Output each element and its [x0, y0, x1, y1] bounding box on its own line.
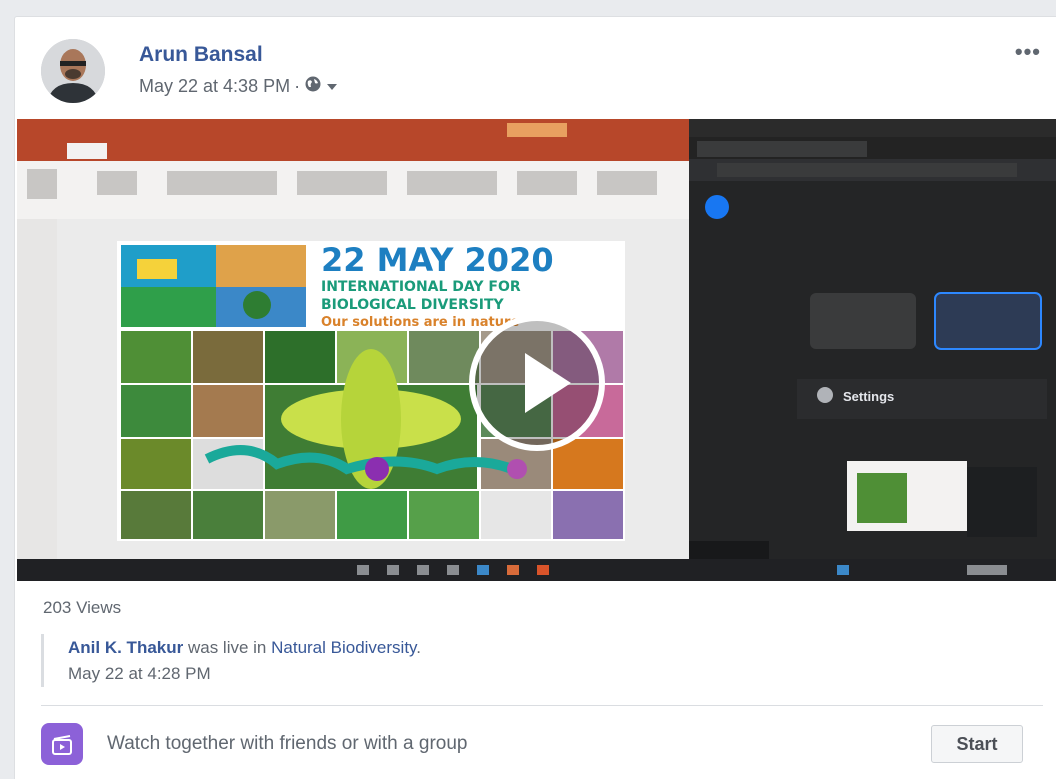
shared-live-attribution: Anil K. Thakur was live in Natural Biodi… — [41, 634, 421, 687]
post-card: Arun Bansal May 22 at 4:38 PM · ••• 22 M… — [14, 16, 1056, 779]
start-button[interactable]: Start — [931, 725, 1023, 763]
shared-action-text: was live in — [183, 638, 272, 657]
globe-icon — [304, 75, 322, 98]
watch-party-icon — [41, 723, 83, 765]
play-button-icon[interactable] — [469, 315, 605, 451]
slide-line1: INTERNATIONAL DAY FOR — [321, 279, 521, 295]
shared-period: . — [416, 638, 422, 657]
shared-timestamp[interactable]: May 22 at 4:28 PM — [68, 664, 421, 684]
panel-settings-label: Settings — [843, 389, 894, 404]
privacy-dropdown-icon[interactable] — [326, 76, 338, 97]
watch-together-text: Watch together with friends or with a gr… — [107, 733, 468, 754]
author-name[interactable]: Arun Bansal — [139, 43, 263, 67]
slide-date: 22 MAY 2020 — [321, 241, 554, 279]
view-count: 203 Views — [43, 598, 122, 617]
shared-user-link[interactable]: Anil K. Thakur — [68, 638, 183, 657]
video-player[interactable]: 22 MAY 2020 INTERNATIONAL DAY FOR BIOLOG… — [17, 119, 1056, 581]
divider — [41, 705, 1043, 706]
meta-separator: · — [294, 76, 301, 96]
more-options-icon[interactable]: ••• — [1015, 39, 1041, 65]
post-timestamp[interactable]: May 22 at 4:38 PM — [139, 76, 290, 97]
slide-line3: Our solutions are in nature — [321, 315, 519, 330]
slide-line2: BIOLOGICAL DIVERSITY — [321, 297, 505, 313]
shared-page-link[interactable]: Natural Biodiversity — [271, 638, 416, 657]
post-meta: May 22 at 4:38 PM · — [139, 75, 338, 98]
avatar[interactable] — [41, 39, 105, 103]
